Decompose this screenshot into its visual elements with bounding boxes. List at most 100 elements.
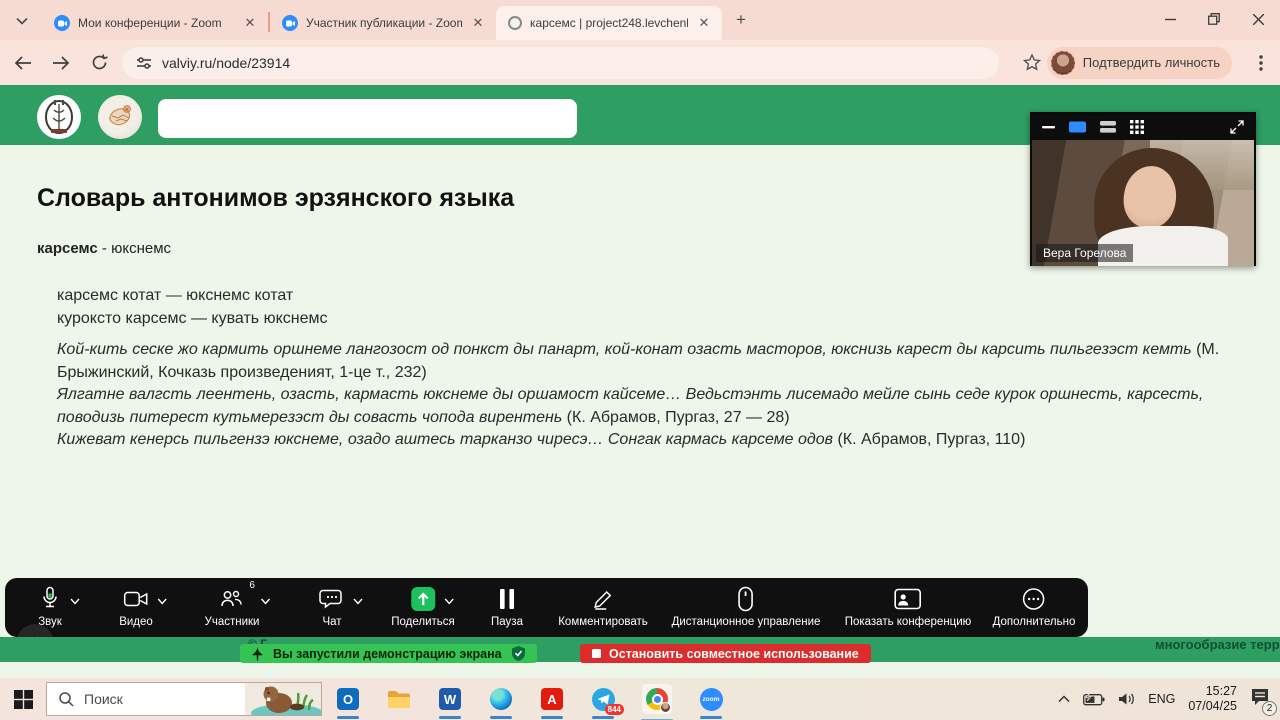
usage-examples: карсемс котат — юкснемс котат куроксто к…	[57, 284, 327, 330]
citations: Кой-кить сеске жо кармить оршнеме лангоз…	[57, 339, 1222, 452]
citation: Кижеват кенерсь пильгензэ юкснеме, озадо…	[57, 429, 1222, 452]
usage-example: карсемс котат — юкснемс котат	[57, 284, 327, 307]
zoom-toolbar: Звук Видео 6 Участники Чат	[5, 578, 1088, 637]
stop-share-text: Остановить совместное использование	[609, 647, 859, 661]
footer-text-fragment: многообразие территории»	[1155, 637, 1280, 652]
chrome-icon[interactable]	[642, 684, 672, 714]
share-screen-icon	[410, 584, 436, 614]
audio-button[interactable]: Звук	[38, 584, 62, 628]
address-bar[interactable]: valviy.ru/node/23914	[122, 47, 999, 79]
show-meeting-button[interactable]: Показать конференцию	[845, 584, 972, 628]
gallery-strip-view-icon[interactable]	[1100, 121, 1116, 133]
tab-close-icon[interactable]: ✕	[242, 15, 258, 31]
acrobat-icon[interactable]: A	[540, 687, 564, 711]
telegram-icon[interactable]: 844	[591, 687, 615, 711]
chat-icon	[319, 584, 345, 614]
zoom-app-icon[interactable]: zoom	[699, 687, 723, 711]
tab-title: Мои конференции - Zoom	[78, 16, 234, 30]
notification-count-badge: 2	[1262, 701, 1277, 716]
tray-date: 07/04/25	[1188, 699, 1237, 714]
video-button[interactable]: Видео	[119, 584, 153, 628]
antonym: юкснемс	[111, 240, 171, 257]
more-button[interactable]: Дополнительно	[993, 584, 1076, 628]
tray-expand-chevron-icon[interactable]	[1058, 695, 1070, 703]
clock[interactable]: 15:27 07/04/25	[1188, 684, 1237, 714]
taskbar-search-box[interactable]: Поиск	[46, 682, 322, 716]
participants-icon: 6	[219, 584, 245, 614]
stop-share-button[interactable]: Остановить совместное использование	[580, 644, 871, 663]
chat-label: Чат	[322, 616, 341, 628]
edge-icon[interactable]	[489, 687, 513, 711]
language-indicator[interactable]: ENG	[1148, 692, 1175, 706]
window-minimize-button[interactable]	[1148, 0, 1192, 38]
tab-karsems-active[interactable]: карсемс | project248.levchenko ✕	[496, 6, 722, 40]
video-options-chevron-icon[interactable]	[157, 598, 167, 605]
tray-time: 15:27	[1188, 684, 1237, 699]
annotate-button[interactable]: Комментировать	[558, 584, 648, 628]
zoom-video-overlay[interactable]: Вера Горелова	[1030, 112, 1256, 266]
site-search-input[interactable]	[158, 99, 577, 138]
grid-view-icon[interactable]	[1130, 120, 1144, 134]
expand-video-icon[interactable]	[1230, 120, 1244, 134]
chat-options-chevron-icon[interactable]	[353, 598, 363, 605]
share-options-chevron-icon[interactable]	[444, 598, 454, 605]
back-button[interactable]	[8, 48, 38, 78]
file-explorer-icon[interactable]	[387, 687, 411, 711]
site-settings-icon[interactable]	[136, 56, 152, 70]
windows-taskbar: Поиск O W A 844	[0, 678, 1280, 720]
chat-button[interactable]: Чат	[319, 584, 345, 628]
tab-title: карсемс | project248.levchenko	[530, 16, 688, 30]
word-icon[interactable]: W	[438, 687, 462, 711]
url-text: valviy.ru/node/23914	[162, 55, 290, 71]
window-close-button[interactable]	[1236, 0, 1280, 38]
site-logo-map[interactable]	[98, 95, 142, 139]
remote-control-button[interactable]: Дистанционное управление	[672, 584, 821, 628]
taskbar-app-icons: O W A 844 zoom	[336, 684, 723, 714]
page-title: Словарь антонимов эрзянского языка	[37, 184, 514, 213]
video-label: Видео	[119, 616, 153, 628]
annotate-label: Комментировать	[558, 616, 648, 628]
citation-source: (К. Абрамов, Пургаз, 27 — 28)	[562, 409, 789, 426]
tab-search-button[interactable]	[8, 7, 36, 35]
meeting-window-icon	[894, 584, 922, 614]
pause-share-button[interactable]: Пауза	[491, 584, 523, 628]
participants-button[interactable]: 6 Участники	[205, 584, 260, 628]
shield-check-icon	[512, 646, 525, 661]
screen-share-status-bar: Вы запустили демонстрацию экрана	[240, 644, 537, 663]
window-restore-button[interactable]	[1192, 0, 1236, 38]
more-label: Дополнительно	[993, 616, 1076, 628]
remote-control-label: Дистанционное управление	[672, 616, 821, 628]
site-logo-emblem[interactable]	[37, 95, 81, 139]
share-label: Поделиться	[391, 616, 455, 628]
battery-icon[interactable]	[1083, 693, 1105, 706]
share-button[interactable]: Поделиться	[391, 584, 455, 628]
verify-identity-button[interactable]: Подтвердить личность	[1047, 47, 1232, 79]
pencil-icon	[591, 584, 615, 614]
search-placeholder: Поиск	[84, 691, 123, 707]
site-favicon-icon	[508, 16, 522, 30]
windows-logo-icon	[14, 690, 33, 709]
active-speaker-view-icon[interactable]	[1069, 121, 1086, 133]
audio-options-chevron-icon[interactable]	[70, 598, 80, 605]
tab-close-icon[interactable]: ✕	[470, 15, 486, 31]
bookmark-star-icon[interactable]	[1017, 48, 1047, 78]
camera-icon	[123, 584, 149, 614]
speaker-icon[interactable]	[1118, 692, 1135, 706]
tab-close-icon[interactable]: ✕	[696, 15, 712, 31]
tab-zoom-conferences[interactable]: Мои конференции - Zoom ✕	[42, 6, 268, 40]
new-tab-button[interactable]: +	[728, 7, 754, 33]
start-button[interactable]	[0, 690, 46, 709]
minimize-video-icon[interactable]	[1042, 125, 1055, 129]
forward-button[interactable]	[46, 48, 76, 78]
participants-options-chevron-icon[interactable]	[261, 598, 271, 605]
notification-center-button[interactable]: 2	[1250, 688, 1270, 711]
citation-text: Кой-кить сеске жо кармить оршнеме лангоз…	[57, 341, 1192, 358]
tab-zoom-publication[interactable]: Участник публикации - Zoom ✕	[270, 6, 496, 40]
chevron-down-icon	[16, 17, 28, 25]
citation: Ялгатне валгсть леентень, озасть, кармас…	[57, 384, 1222, 429]
browser-menu-icon[interactable]	[1246, 48, 1276, 78]
cursor-icon	[252, 647, 263, 661]
outlook-icon[interactable]: O	[336, 687, 360, 711]
reload-button[interactable]	[84, 48, 114, 78]
telegram-unread-badge: 844	[605, 704, 624, 715]
